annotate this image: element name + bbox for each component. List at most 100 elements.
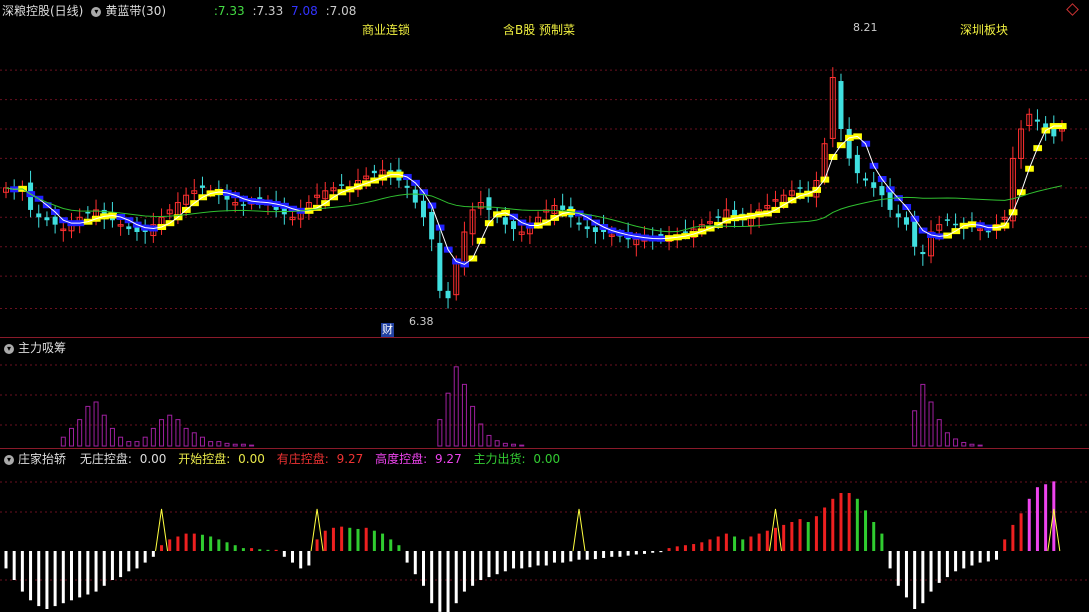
accumulation-bar xyxy=(437,419,443,447)
low-price-label: 6.38 xyxy=(409,315,434,328)
accumulation-bar xyxy=(912,410,918,447)
accumulation-bar xyxy=(183,427,189,447)
candle-body-down xyxy=(339,184,345,186)
annotation-sector: 商业连锁 xyxy=(362,23,411,37)
accumulation-bar xyxy=(232,443,238,447)
legend-label: 主力出货: xyxy=(473,452,526,466)
accumulation-bar xyxy=(511,443,517,447)
candle-body-down xyxy=(871,182,877,188)
legend-has-control: 有庄控盘: 9.27 xyxy=(277,452,368,466)
candle-body-down xyxy=(437,242,443,291)
annotation-concept: 含B股 预制菜 xyxy=(503,23,576,37)
accumulation-bar xyxy=(944,432,950,447)
candle-body-down xyxy=(44,217,50,221)
accumulation-bar xyxy=(199,436,205,447)
candle-body-down xyxy=(85,211,91,214)
candle-body-down xyxy=(404,185,410,188)
candle-body-down xyxy=(903,217,909,225)
accumulation-bar xyxy=(118,436,124,447)
indicator-value-1: :7.33 xyxy=(213,4,245,18)
candle-body-down xyxy=(985,230,991,233)
legend-start-control: 开始控盘: 0.00 xyxy=(178,452,269,466)
accumulation-bar xyxy=(445,392,451,447)
candle-body-down xyxy=(429,211,435,240)
candle-body-down xyxy=(52,216,58,225)
candle-body-down xyxy=(576,222,582,225)
panel-separator-2 xyxy=(0,448,1089,449)
accumulation-bar xyxy=(109,427,115,447)
accumulation-bar xyxy=(920,383,926,447)
candle-body-down xyxy=(912,221,918,247)
annotation-region: 深圳板块 xyxy=(960,23,1009,37)
candle-body-down xyxy=(511,221,517,230)
accumulation-bar xyxy=(224,442,230,447)
candle-body-down xyxy=(854,154,860,174)
main-panel-header: 深粮控股(日线) ▾ 黄蓝带(30) :7.33 :7.33 7.08 :7.08 xyxy=(0,3,360,19)
panel-separator-1 xyxy=(0,337,1089,338)
finance-tag[interactable]: 财 xyxy=(381,323,394,337)
accumulation-bar xyxy=(961,441,967,447)
legend-label: 高度控盘: xyxy=(375,452,428,466)
candle-body-down xyxy=(412,189,418,203)
candle-body-down xyxy=(199,185,205,188)
accumulation-bar xyxy=(142,436,148,447)
accumulation-bar xyxy=(461,383,467,447)
accumulation-bar xyxy=(126,441,132,447)
chart-canvas[interactable] xyxy=(0,0,1089,612)
accumulation-bar xyxy=(208,441,214,447)
start-control-marker xyxy=(155,508,169,552)
accumulation-bar xyxy=(519,444,525,447)
accumulation-bar xyxy=(60,436,66,447)
dropdown-circle-icon[interactable]: ▾ xyxy=(4,454,14,465)
indicator-name[interactable]: 黄蓝带(30) xyxy=(105,4,166,18)
candle-body-down xyxy=(36,213,42,218)
accumulation-bar xyxy=(453,366,459,447)
candle-body-down xyxy=(838,81,844,129)
dropdown-circle-icon[interactable]: ▾ xyxy=(4,343,14,354)
candle-body-down xyxy=(895,213,901,218)
candle-body-down xyxy=(715,216,721,218)
accumulation-bar xyxy=(977,444,983,447)
panel1-name[interactable]: 主力吸筹 xyxy=(18,341,66,355)
legend-value: 0.00 xyxy=(533,452,561,466)
accumulation-bar xyxy=(928,401,934,447)
accumulation-bar xyxy=(470,405,476,447)
stock-name[interactable]: 深粮控股(日线) xyxy=(2,4,83,18)
legend-label: 无庄控盘: xyxy=(79,452,132,466)
candle-body-down xyxy=(944,219,950,221)
candle-body-down xyxy=(134,227,140,232)
candle-body-down xyxy=(1034,119,1040,122)
candle-body-down xyxy=(846,129,852,159)
ma-white-line xyxy=(5,125,1062,265)
candle-body-down xyxy=(420,200,426,218)
indicator-value-3: 7.08 xyxy=(291,4,318,18)
accumulation-bar xyxy=(953,438,959,447)
accumulation-bar xyxy=(85,405,91,447)
accumulation-bar xyxy=(240,443,246,447)
accumulation-bar xyxy=(486,434,492,447)
candle-body-down xyxy=(502,217,508,225)
candle-body-down xyxy=(879,186,885,196)
candle-body-down xyxy=(863,178,869,181)
candle-body-down xyxy=(240,204,246,206)
accumulation-bar xyxy=(936,419,942,447)
legend-value: 9.27 xyxy=(336,452,364,466)
indicator-value-4: :7.08 xyxy=(325,4,357,18)
legend-value: 9.27 xyxy=(434,452,462,466)
accumulation-bar xyxy=(478,423,484,447)
legend-label: 开始控盘: xyxy=(178,452,231,466)
candle-body-down xyxy=(953,223,959,226)
panel2-name[interactable]: 庄家抬轿 xyxy=(18,452,66,466)
panel1-header: ▾ 主力吸筹 xyxy=(0,340,70,356)
accumulation-bar xyxy=(175,419,181,447)
panel2-header: ▾ 庄家抬轿 无庄控盘: 0.00 开始控盘: 0.00 有庄控盘: 9.27 高… xyxy=(0,451,568,467)
indicator-value-2: :7.33 xyxy=(252,4,284,18)
candle-body-down xyxy=(560,205,566,210)
accumulation-bar xyxy=(101,414,107,447)
candle-body-down xyxy=(584,226,590,230)
accumulation-bar xyxy=(969,443,975,447)
dropdown-circle-icon[interactable]: ▾ xyxy=(91,6,102,17)
legend-value: 0.00 xyxy=(238,452,265,466)
accumulation-bar xyxy=(216,441,222,447)
candle-body-down xyxy=(371,170,377,174)
